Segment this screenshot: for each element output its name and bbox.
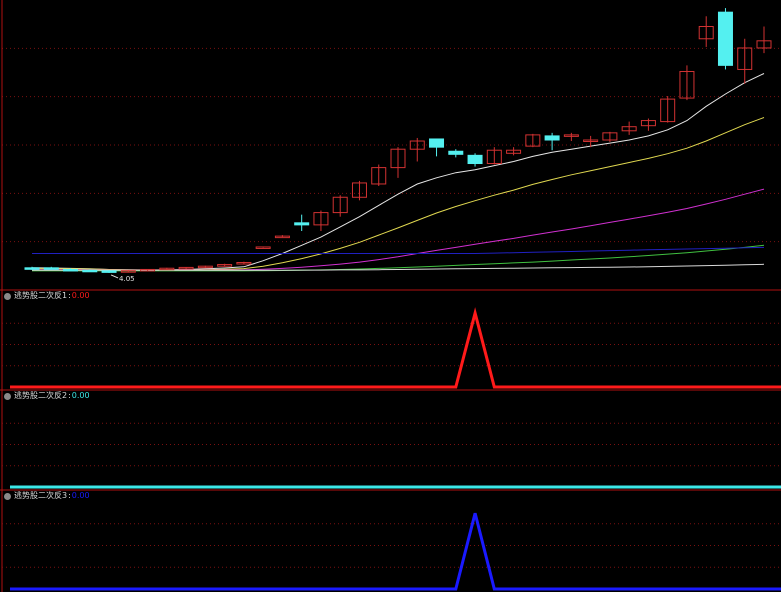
candle <box>737 38 753 84</box>
indicator-toggle-icon[interactable] <box>4 292 11 300</box>
candle <box>563 132 579 142</box>
candle <box>274 235 290 239</box>
candle <box>486 147 502 165</box>
candle-body <box>24 267 40 270</box>
candle <box>544 132 560 151</box>
indicator-toggle-icon[interactable] <box>4 392 11 400</box>
indicator-label-3: 逃势股二次反3 : 0.00 <box>4 491 90 501</box>
candle-body <box>448 150 464 155</box>
candle <box>390 147 406 178</box>
indicator-panel-3 <box>2 512 781 591</box>
signal-line-3 <box>10 512 781 591</box>
candle-body <box>717 11 733 66</box>
candle-body <box>429 138 445 148</box>
indicator-value: 0.00 <box>71 291 90 300</box>
candle <box>467 153 483 167</box>
candle <box>255 246 271 249</box>
candle <box>24 266 40 270</box>
candle <box>506 147 522 156</box>
min-price-pointer <box>110 274 119 279</box>
candle <box>621 121 637 135</box>
indicator-panel-2 <box>0 422 781 491</box>
indicator-name: 逃势股二次反1 <box>14 291 68 300</box>
indicator-panel-1 <box>0 307 781 391</box>
min-price-label: 4.05 <box>119 275 135 283</box>
candle <box>178 266 194 270</box>
candle <box>82 269 98 273</box>
candle <box>351 180 367 201</box>
candle <box>294 214 310 232</box>
candle <box>159 267 175 271</box>
candle <box>332 195 348 217</box>
candle <box>640 118 656 131</box>
candle <box>525 133 541 148</box>
candle <box>371 164 387 187</box>
candle-body <box>43 267 59 270</box>
ma-line-3 <box>32 188 765 271</box>
indicator-toggle-icon[interactable] <box>4 492 11 500</box>
candle <box>660 96 676 123</box>
candle <box>101 270 117 273</box>
candle <box>602 131 618 143</box>
candle <box>197 265 213 269</box>
candle-body <box>82 269 98 273</box>
indicator-name: 逃势股二次反3 <box>14 491 68 500</box>
signal-line-1 <box>10 307 781 389</box>
candle <box>698 16 714 47</box>
candle-body <box>467 154 483 165</box>
candle <box>409 137 425 162</box>
candle <box>756 26 772 54</box>
candle-body <box>63 268 79 272</box>
candle-body <box>101 270 117 273</box>
candle <box>313 210 329 232</box>
candle <box>448 149 464 158</box>
candle <box>236 261 252 265</box>
candle <box>717 8 733 70</box>
indicator-value: 0.00 <box>71 491 90 500</box>
main-price-panel <box>0 0 781 592</box>
candle-body <box>544 135 560 141</box>
candle-body <box>294 222 310 226</box>
chart-canvas: 4.05 <box>0 0 781 592</box>
ma-line-6 <box>32 246 765 254</box>
candle <box>679 65 695 101</box>
indicator-value: 0.00 <box>71 391 90 400</box>
indicator-name: 逃势股二次反2 <box>14 391 68 400</box>
candle <box>217 263 233 267</box>
candle <box>429 138 445 157</box>
candle <box>43 266 59 270</box>
indicator-label-2: 逃势股二次反2 : 0.00 <box>4 391 90 401</box>
indicator-label-1: 逃势股二次反1 : 0.00 <box>4 291 90 301</box>
